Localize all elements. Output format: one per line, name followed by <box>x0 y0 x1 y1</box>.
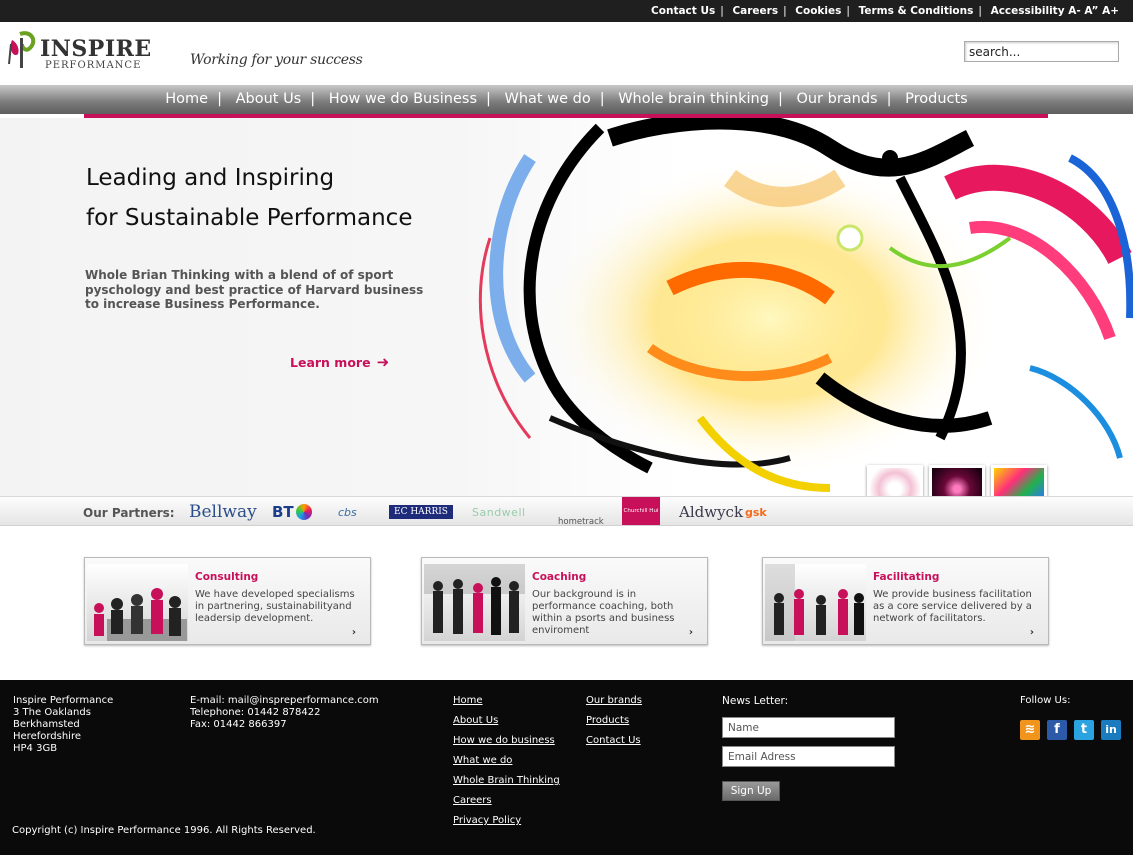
chevron-right-icon: › <box>1029 627 1034 638</box>
footer-links-1: Home About Us How we do business What we… <box>453 695 560 835</box>
hero-title-line1: Leading and Inspiring <box>86 165 335 191</box>
footer-link-about-us[interactable]: About Us <box>453 715 560 727</box>
footer-link-whole-brain-thinking[interactable]: Whole Brain Thinking <box>453 775 560 787</box>
service-description: We provide business facilitation as a co… <box>873 589 1032 624</box>
footer-link-products[interactable]: Products <box>586 715 642 727</box>
top-bar: Contact Us | Careers | Cookies | Terms & Co… <box>0 0 1133 22</box>
address-line: HP4 3GB <box>13 743 58 754</box>
consulting-image <box>87 564 188 641</box>
main-nav: Home | About Us | How we do Business | What… <box>0 85 1133 114</box>
header: INSPIRE PERFORMANCE Working for your suc… <box>0 22 1133 85</box>
hero-title-line2: for Sustainable Performance <box>86 205 413 231</box>
copyright: Copyright (c) Inspire Performance 1996. … <box>12 825 316 836</box>
utility-links: Contact Us | Careers | Cookies | Terms & Co… <box>651 5 1119 17</box>
footer-email: E-mail: mail@inspreperformance.com <box>190 695 379 706</box>
accessibility-link[interactable]: Accessibility A- A” A+ <box>991 5 1119 17</box>
search-input[interactable] <box>964 41 1119 62</box>
services-section: Consulting We have developed specialisms… <box>0 557 1133 647</box>
address-line: Berkhamsted <box>13 719 80 730</box>
address-line: Herefordshire <box>13 731 82 742</box>
nav-home[interactable]: Home <box>165 91 208 107</box>
tagline: Working for your success <box>190 52 363 68</box>
nav-what-we-do[interactable]: What we do <box>505 91 591 107</box>
logo-wordmark: INSPIRE <box>40 36 152 62</box>
follow-us-label: Follow Us: <box>1020 695 1071 706</box>
footer-link-careers[interactable]: Careers <box>453 795 560 807</box>
footer-link-home[interactable]: Home <box>453 695 560 707</box>
footer-contact: E-mail: mail@inspreperformance.com Telep… <box>190 695 379 731</box>
cookies-link[interactable]: Cookies <box>795 5 841 17</box>
nav-our-brands[interactable]: Our brands <box>796 91 877 107</box>
hero-abstract-artwork <box>478 118 1133 492</box>
service-card-facilitating[interactable]: Facilitating We provide business facilit… <box>762 557 1049 645</box>
partner-logo-bt: BT <box>272 501 312 523</box>
logo-figure-icon <box>8 31 36 68</box>
partner-logo-churchill: Churchill Hui <box>622 497 660 525</box>
footer-links-2: Our brands Products Contact Us <box>586 695 642 755</box>
facilitating-image <box>765 564 866 641</box>
service-title: Facilitating <box>873 571 940 583</box>
nav-products[interactable]: Products <box>905 91 968 107</box>
linkedin-icon[interactable]: in <box>1101 720 1121 740</box>
facebook-icon[interactable]: f <box>1047 720 1067 740</box>
nav-how-we-do-business[interactable]: How we do Business <box>329 91 477 107</box>
footer-link-our-brands[interactable]: Our brands <box>586 695 642 707</box>
careers-link[interactable]: Careers <box>732 5 778 17</box>
terms-link[interactable]: Terms & Conditions <box>859 5 974 17</box>
partner-logo-hometrack: hometrack <box>558 517 604 527</box>
partner-logo-bellway: Bellway <box>189 502 257 522</box>
partner-logo-aldwyck: Aldwyck <box>679 503 744 521</box>
rss-icon[interactable]: ≋ <box>1020 720 1040 740</box>
partner-logo-cbs: cbs <box>338 505 357 519</box>
hero-description: Whole Brian Thinking with a blend of of … <box>85 268 424 311</box>
contact-us-link[interactable]: Contact Us <box>651 5 715 17</box>
service-title: Coaching <box>532 571 587 583</box>
footer-address: Inspire Performance 3 The Oaklands Berkh… <box>13 695 113 755</box>
footer: Inspire Performance 3 The Oaklands Berkh… <box>0 680 1133 855</box>
address-line: 3 The Oaklands <box>13 707 91 718</box>
chevron-right-icon: › <box>351 627 356 638</box>
service-title: Consulting <box>195 571 259 583</box>
nav-about-us[interactable]: About Us <box>236 91 302 107</box>
chevron-right-icon: › <box>688 627 693 638</box>
learn-more-label: Learn more <box>290 355 371 370</box>
hero-banner: Leading and Inspiring for Sustainable Pe… <box>0 118 1133 496</box>
footer-link-what-we-do[interactable]: What we do <box>453 755 560 767</box>
newsletter-form: News Letter: Sign Up <box>722 695 895 801</box>
address-line: Inspire Performance <box>13 695 114 706</box>
site-logo[interactable]: INSPIRE PERFORMANCE <box>8 30 158 74</box>
footer-fax: Fax: 01442 866397 <box>190 719 287 730</box>
partners-strip: Our Partners: Bellway BT cbs EC HARRIS S… <box>0 496 1133 527</box>
arrow-right-icon: ➜ <box>376 353 390 371</box>
newsletter-name-input[interactable] <box>722 717 895 738</box>
learn-more-link[interactable]: Learn more ➜ <box>290 353 389 371</box>
twitter-icon[interactable]: t <box>1074 720 1094 740</box>
nav-whole-brain-thinking[interactable]: Whole brain thinking <box>618 91 769 107</box>
partner-logo-ec-harris: EC HARRIS <box>389 505 453 519</box>
footer-link-privacy-policy[interactable]: Privacy Policy <box>453 815 560 827</box>
footer-telephone: Telephone: 01442 878422 <box>190 707 321 718</box>
service-card-coaching[interactable]: Coaching Our background is in performanc… <box>421 557 708 645</box>
newsletter-email-input[interactable] <box>722 746 895 767</box>
partner-logo-gsk: gsk <box>745 505 767 519</box>
partner-logo-bt-text: BT <box>272 503 294 521</box>
hero-title: Leading and Inspiring for Sustainable Pe… <box>86 158 466 238</box>
service-description: We have developed specialisms in partner… <box>195 589 355 624</box>
footer-link-how-we-do-business[interactable]: How we do business <box>453 735 560 747</box>
service-description: Our background is in performance coachin… <box>532 589 675 636</box>
service-card-consulting[interactable]: Consulting We have developed specialisms… <box>84 557 371 645</box>
newsletter-label: News Letter: <box>722 695 789 707</box>
footer-link-contact-us[interactable]: Contact Us <box>586 735 642 747</box>
partners-label: Our Partners: <box>83 506 175 520</box>
coaching-image <box>424 564 525 641</box>
logo-subtitle: PERFORMANCE <box>45 60 142 71</box>
partner-logo-sandwell: Sandwell <box>472 505 526 519</box>
bt-globe-icon <box>295 504 312 520</box>
signup-button[interactable]: Sign Up <box>722 781 780 801</box>
